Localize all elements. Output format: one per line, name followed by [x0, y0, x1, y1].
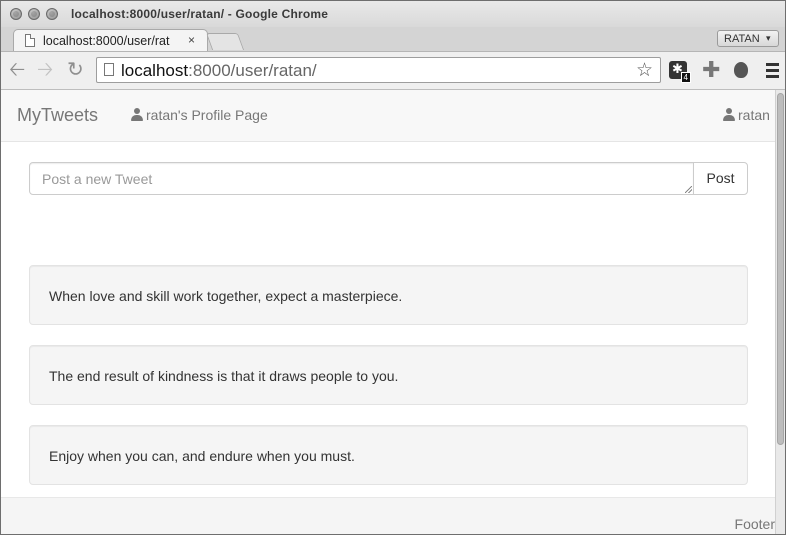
tab-active[interactable]: localhost:8000/user/rat × — [13, 29, 208, 51]
url-host: localhost — [121, 61, 189, 80]
browser-window: localhost:8000/user/ratan/ - Google Chro… — [0, 0, 786, 535]
profile-name: RATAN — [724, 33, 760, 45]
tweet-card: When love and skill work together, expec… — [29, 265, 748, 325]
tweet-text: Enjoy when you can, and endure when you … — [49, 448, 355, 464]
vertical-scrollbar[interactable] — [775, 90, 785, 534]
url-text: localhost:8000/user/ratan/ — [121, 61, 317, 81]
brand-link[interactable]: MyTweets — [17, 105, 98, 126]
footer-text: Footer — [734, 516, 775, 532]
tweet-card: Enjoy when you can, and endure when you … — [29, 425, 748, 485]
close-icon[interactable]: × — [188, 33, 195, 47]
tab-strip: localhost:8000/user/rat × RATAN ▾ — [1, 27, 785, 52]
address-bar[interactable]: localhost:8000/user/ratan/ ☆ — [96, 57, 661, 83]
tweet-text: The end result of kindness is that it dr… — [49, 368, 399, 384]
extension-icon[interactable]: ✱ 4 — [669, 61, 691, 83]
chevron-down-icon: ▾ — [766, 33, 771, 43]
current-user-label: ratan — [738, 107, 770, 123]
new-tab-button[interactable] — [205, 33, 245, 50]
menu-icon[interactable] — [766, 63, 779, 81]
browser-toolbar: 🡠 🡢 ↻ localhost:8000/user/ratan/ ☆ ✱ 4 ✚ — [1, 52, 785, 90]
back-icon[interactable]: 🡠 — [9, 60, 25, 80]
site-navbar: MyTweets ratan's Profile Page ratan — [1, 90, 775, 142]
tweet-text: When love and skill work together, expec… — [49, 288, 403, 304]
url-path: :8000/user/ratan/ — [188, 61, 317, 80]
close-window-button[interactable] — [10, 8, 22, 20]
page-icon — [25, 34, 35, 47]
fingerprint-icon[interactable] — [734, 62, 748, 78]
window-title: localhost:8000/user/ratan/ - Google Chro… — [71, 7, 329, 21]
profile-page-link[interactable]: ratan's Profile Page — [131, 107, 268, 123]
profile-button[interactable]: RATAN ▾ — [717, 30, 779, 47]
page-viewport: MyTweets ratan's Profile Page ratan Post… — [1, 90, 775, 534]
scrollbar-thumb[interactable] — [777, 93, 784, 445]
reload-icon[interactable]: ↻ — [67, 60, 84, 80]
user-icon — [131, 108, 143, 121]
star-icon[interactable]: ☆ — [636, 59, 653, 82]
profile-page-label: ratan's Profile Page — [146, 107, 268, 123]
current-user-link[interactable]: ratan — [723, 107, 770, 123]
post-button[interactable]: Post — [693, 162, 748, 195]
minimize-window-button[interactable] — [28, 8, 40, 20]
page-icon — [104, 63, 114, 76]
extension-badge: 4 — [680, 72, 691, 83]
tweet-input[interactable]: Post a new Tweet — [29, 162, 694, 195]
resize-handle-icon[interactable] — [685, 186, 692, 193]
forward-icon[interactable]: 🡢 — [37, 60, 53, 80]
site-footer: Footer — [1, 497, 775, 534]
title-bar: localhost:8000/user/ratan/ - Google Chro… — [1, 1, 785, 27]
puzzle-icon[interactable]: ✚ — [702, 57, 720, 82]
tweet-card: The end result of kindness is that it dr… — [29, 345, 748, 405]
tweet-input-placeholder: Post a new Tweet — [42, 171, 153, 187]
user-icon — [723, 108, 735, 121]
tab-label: localhost:8000/user/rat — [43, 34, 170, 48]
maximize-window-button[interactable] — [46, 8, 58, 20]
